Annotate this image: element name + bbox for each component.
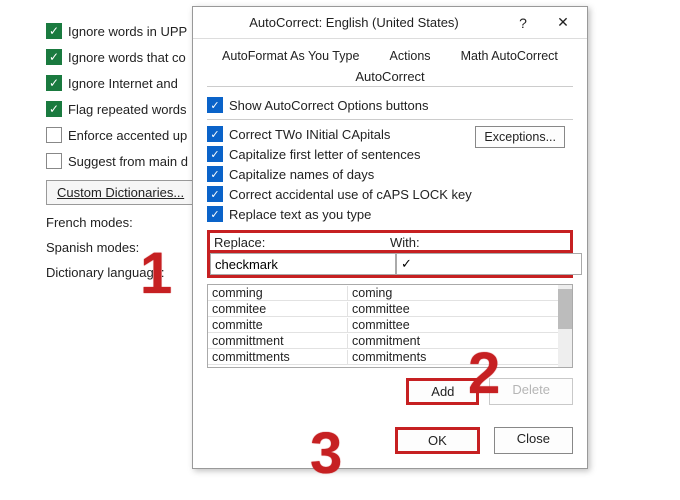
checkbox-icon[interactable]: ✓	[46, 49, 62, 65]
checkbox-icon[interactable]: ✓	[46, 75, 62, 91]
rule-1[interactable]: ✓ Capitalize first letter of sentences	[207, 146, 573, 162]
checkbox-icon[interactable]: ✓	[46, 101, 62, 117]
tab-autoformat[interactable]: AutoFormat As You Type	[222, 49, 359, 63]
rule-2[interactable]: ✓ Capitalize names of days	[207, 166, 573, 182]
exceptions-button[interactable]: Exceptions...	[475, 126, 565, 148]
autocorrect-dialog: AutoCorrect: English (United States) ? ✕…	[192, 6, 588, 469]
checkbox-icon[interactable]	[46, 127, 62, 143]
tab-actions[interactable]: Actions	[390, 49, 431, 63]
rule-label: Replace text as you type	[229, 207, 371, 222]
list-item: committecommittee	[208, 317, 558, 333]
scroll-thumb[interactable]	[558, 289, 572, 329]
bg-opt-label: Ignore Internet and	[68, 76, 178, 91]
checkbox-icon[interactable]: ✓	[207, 166, 223, 182]
with-label: With:	[390, 235, 566, 250]
rule-label: Correct accidental use of cAPS LOCK key	[229, 187, 472, 202]
autocorrect-list[interactable]: commingcoming commiteecommittee committe…	[207, 284, 573, 368]
tab-autocorrect[interactable]: AutoCorrect	[207, 67, 573, 87]
replace-label: Replace:	[214, 235, 390, 250]
rule-4[interactable]: ✓ Replace text as you type	[207, 206, 573, 222]
checkbox-icon[interactable]: ✓	[207, 97, 223, 113]
annotation-2: 2	[468, 340, 500, 407]
scrollbar[interactable]	[558, 285, 572, 367]
annotation-3: 3	[310, 420, 342, 487]
dialog-title: AutoCorrect: English (United States)	[205, 15, 503, 30]
list-item: committmentscommitments	[208, 349, 558, 365]
help-button[interactable]: ?	[503, 8, 543, 38]
replace-input[interactable]	[210, 253, 396, 275]
checkbox-icon[interactable]	[46, 153, 62, 169]
bg-opt-label: Suggest from main d	[68, 154, 188, 169]
checkbox-icon[interactable]: ✓	[207, 126, 223, 142]
close-icon[interactable]: ✕	[543, 8, 583, 38]
delete-button: Delete	[489, 378, 573, 405]
rule-3[interactable]: ✓ Correct accidental use of cAPS LOCK ke…	[207, 186, 573, 202]
rule-label: Correct TWo INitial CApitals	[229, 127, 390, 142]
rule-label: Capitalize names of days	[229, 167, 374, 182]
bg-opt-label: Ignore words in UPP	[68, 24, 187, 39]
show-options-row[interactable]: ✓ Show AutoCorrect Options buttons	[207, 97, 573, 113]
titlebar: AutoCorrect: English (United States) ? ✕	[193, 7, 587, 39]
checkbox-icon[interactable]: ✓	[207, 146, 223, 162]
bg-opt-label: Ignore words that co	[68, 50, 186, 65]
close-button[interactable]: Close	[494, 427, 573, 454]
annotation-1: 1	[140, 240, 172, 307]
list-item: commiteecommittee	[208, 301, 558, 317]
bg-opt-label: Enforce accented up	[68, 128, 187, 143]
tab-row-secondary: AutoFormat As You Type Actions Math Auto…	[207, 45, 573, 67]
bg-opt-label: Flag repeated words	[68, 102, 187, 117]
ok-button[interactable]: OK	[395, 427, 480, 454]
checkbox-icon[interactable]: ✓	[207, 186, 223, 202]
custom-dictionaries-button[interactable]: Custom Dictionaries...	[46, 180, 195, 205]
rule-label: Capitalize first letter of sentences	[229, 147, 420, 162]
list-item: committmentcommitment	[208, 333, 558, 349]
checkbox-icon[interactable]: ✓	[207, 206, 223, 222]
tab-math[interactable]: Math AutoCorrect	[461, 49, 558, 63]
list-item: commingcoming	[208, 285, 558, 301]
show-options-label: Show AutoCorrect Options buttons	[229, 98, 428, 113]
checkbox-icon[interactable]: ✓	[46, 23, 62, 39]
replace-with-area: Replace: With: commingcoming commiteecom…	[207, 230, 573, 405]
with-input[interactable]	[396, 253, 582, 275]
